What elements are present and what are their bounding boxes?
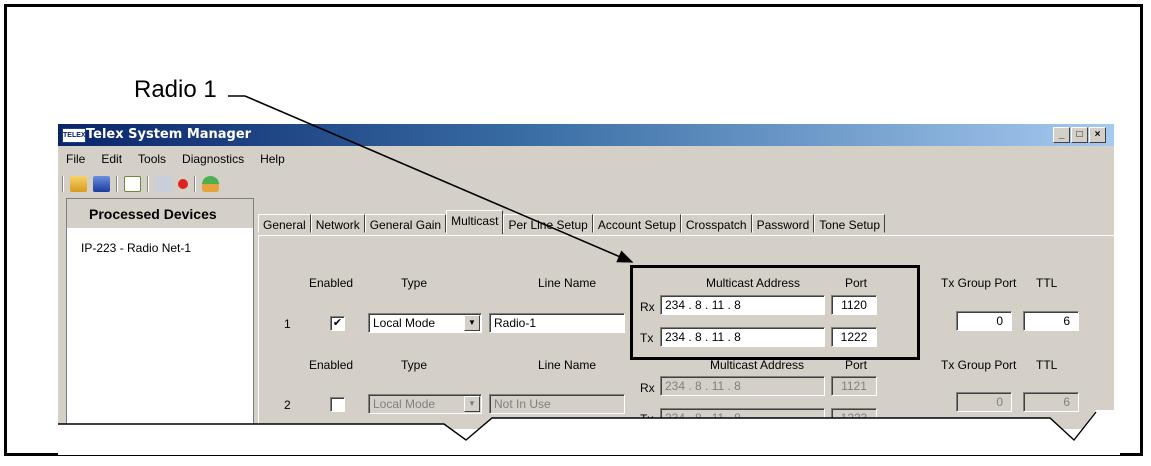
callout-leader-line <box>228 95 634 263</box>
torn-edge-mask <box>58 410 1120 455</box>
tab-multicast[interactable]: Multicast <box>446 210 504 234</box>
annotation-overlay <box>58 95 1120 455</box>
